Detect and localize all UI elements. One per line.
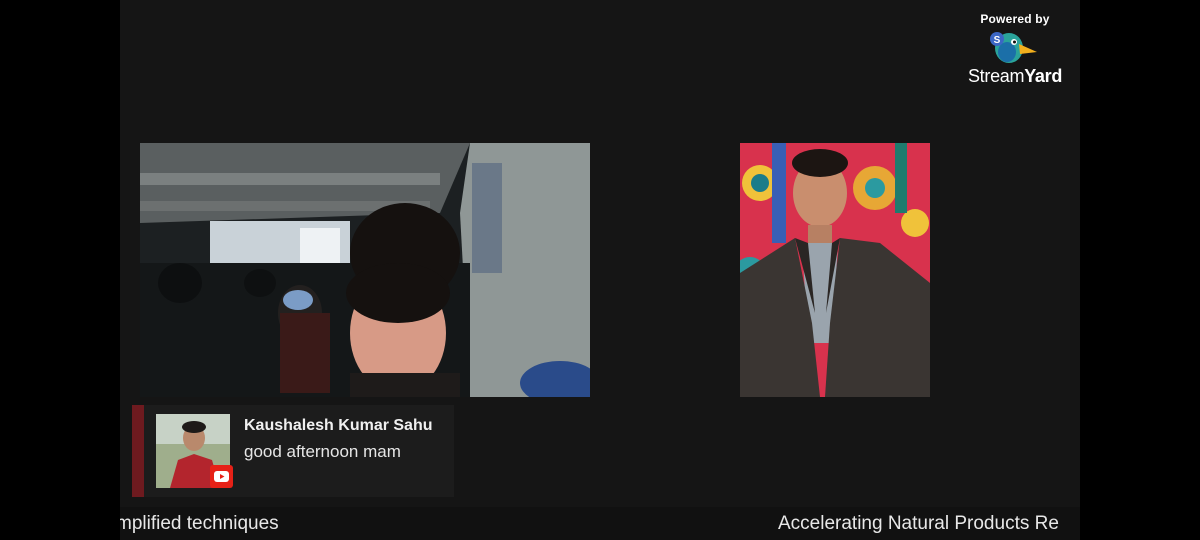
news-ticker: mplified techniques Accelerating Natural… — [120, 507, 1080, 540]
wordmark-stream: Stream — [967, 66, 1025, 86]
camera-feed-left[interactable] — [140, 143, 590, 397]
powered-by-label: Powered by — [980, 12, 1050, 26]
speaker-video-frame — [740, 143, 930, 397]
streamyard-branding: Powered by S StreamYard — [960, 12, 1070, 87]
chat-comment-banner: Kaushalesh Kumar Sahu good afternoon mam — [132, 405, 454, 497]
youtube-icon — [210, 465, 233, 488]
comment-accent-bar — [132, 405, 144, 497]
broadcast-stage: Powered by S StreamYard Kaushalesh Kumar… — [120, 0, 1080, 540]
ticker-text-left: mplified techniques — [120, 513, 279, 534]
ticker-text-right: Accelerating Natural Products Re — [778, 513, 1059, 534]
comment-author: Kaushalesh Kumar Sahu — [244, 417, 433, 434]
streamyard-duck-icon: S — [990, 32, 1037, 63]
camera-feed-right[interactable] — [740, 143, 930, 397]
wordmark-yard: Yard — [1024, 66, 1063, 86]
streamyard-wordmark: StreamYard — [960, 66, 1070, 87]
svg-text:S: S — [994, 35, 1001, 46]
classroom-video-frame — [140, 143, 590, 397]
comment-message: good afternoon mam — [244, 442, 401, 461]
